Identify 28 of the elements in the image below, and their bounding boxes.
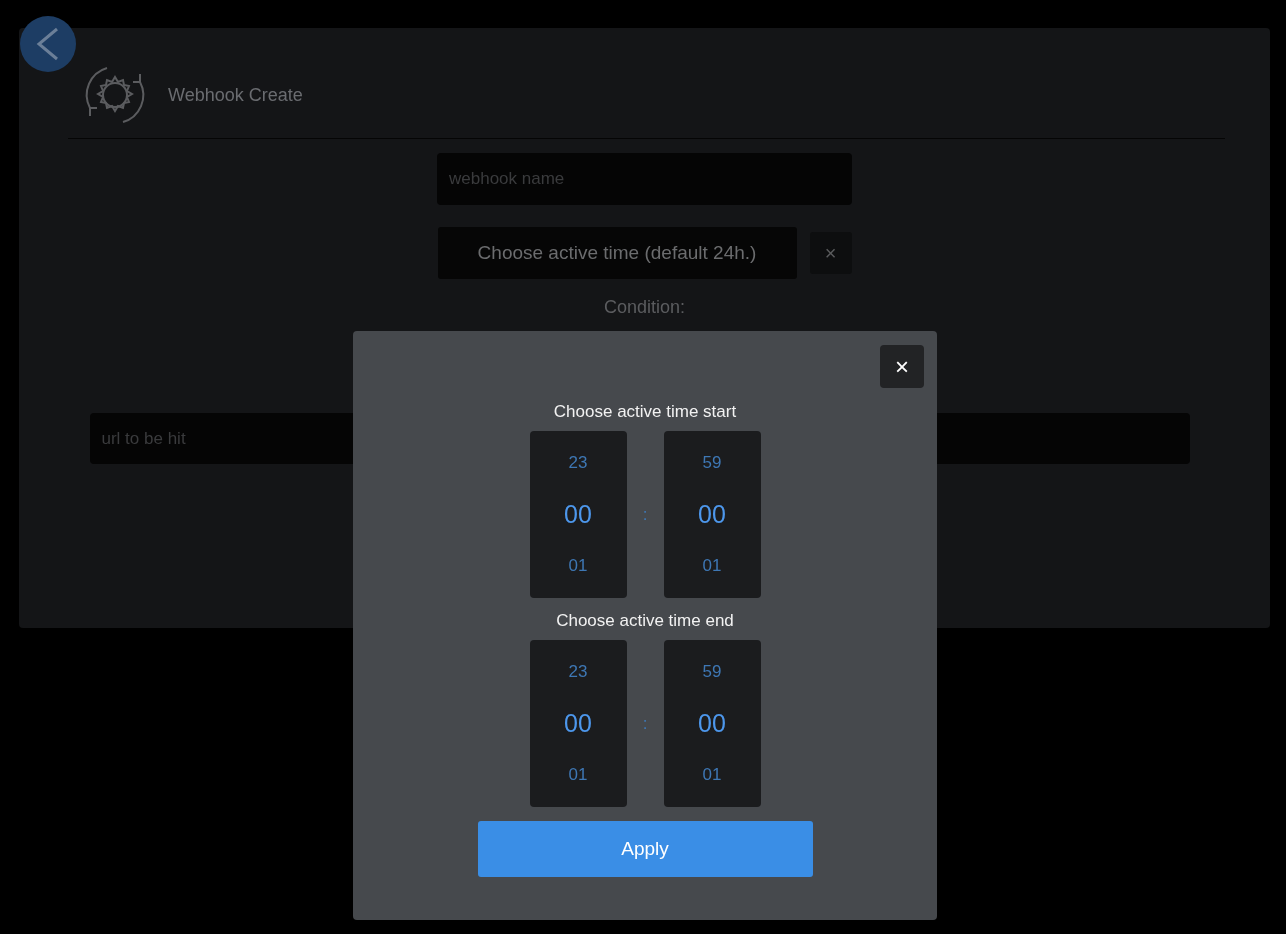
- clear-button[interactable]: ×: [809, 232, 852, 274]
- wheel-value[interactable]: 23: [568, 452, 588, 473]
- active-time-button[interactable]: Choose active time (default 24h.): [437, 227, 797, 279]
- picker-title: Choose active time end: [556, 610, 734, 632]
- wheel-value[interactable]: 23: [568, 661, 588, 682]
- selected-value[interactable]: 00: [564, 709, 592, 738]
- wheel-value[interactable]: 01: [568, 556, 588, 577]
- condition-label: Condition:: [603, 297, 686, 318]
- time-separator: :: [641, 713, 649, 734]
- wheel-value[interactable]: 01: [568, 765, 588, 786]
- picker-title: Choose active time start: [553, 401, 737, 423]
- page-title: Webhook Create: [168, 84, 303, 106]
- close-button[interactable]: ×: [880, 345, 924, 388]
- hour-wheel[interactable]: 23 00 01: [529, 640, 627, 807]
- selected-value[interactable]: 00: [564, 500, 592, 529]
- webhook-name-field[interactable]: webhook name: [437, 153, 852, 205]
- wheel-value[interactable]: 59: [702, 452, 722, 473]
- minute-wheel[interactable]: 59 00 01: [663, 431, 761, 598]
- selected-value[interactable]: 00: [698, 500, 726, 529]
- wheel-value[interactable]: 01: [702, 765, 722, 786]
- hour-wheel[interactable]: 23 00 01: [529, 431, 627, 598]
- back-button[interactable]: [20, 16, 76, 72]
- wheel-value[interactable]: 01: [702, 556, 722, 577]
- selected-value[interactable]: 00: [698, 709, 726, 738]
- minute-wheel[interactable]: 59 00 01: [663, 640, 761, 807]
- time-separator: :: [641, 504, 649, 525]
- wheel-value[interactable]: 59: [702, 661, 722, 682]
- apply-button[interactable]: Apply: [477, 821, 813, 877]
